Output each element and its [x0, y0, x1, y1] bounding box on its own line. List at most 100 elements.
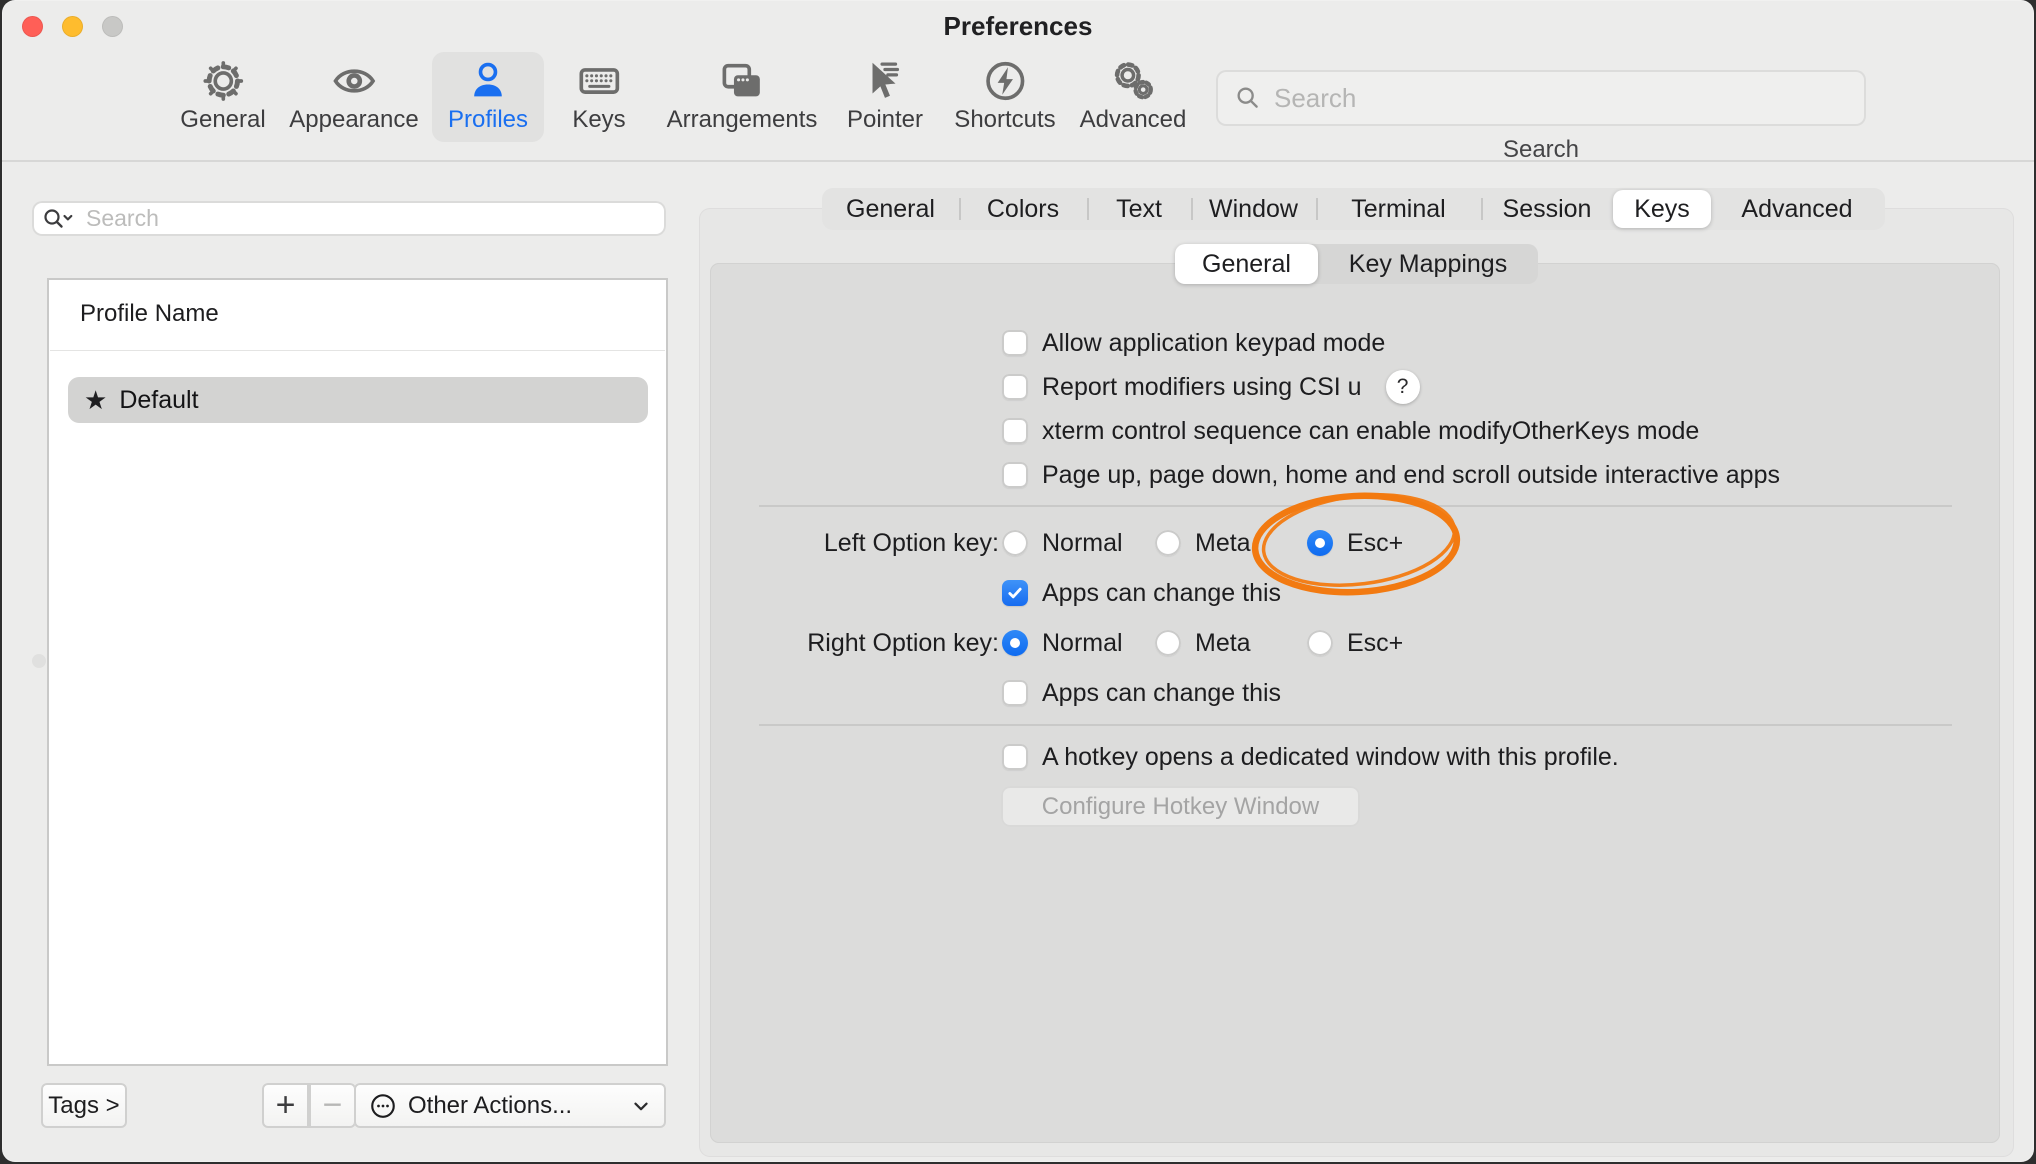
radio-right-option-normal[interactable]: Normal: [1002, 630, 1123, 656]
radio-left-option-meta[interactable]: Meta: [1155, 530, 1251, 556]
toolbar-item-appearance[interactable]: Appearance: [273, 52, 434, 142]
checkbox-unchecked[interactable]: [1002, 462, 1028, 488]
remove-profile-label: −: [323, 1086, 343, 1125]
checkbox-label: Report modifiers using CSI u: [1042, 374, 1362, 400]
checkbox-label: A hotkey opens a dedicated window with t…: [1042, 744, 1619, 770]
profile-list-header: Profile Name: [80, 300, 219, 328]
checkbox-row-csi-u[interactable]: Report modifiers using CSI u ?: [1002, 374, 1420, 400]
toolbar-divider: [2, 160, 2034, 162]
checkbox-label: xterm control sequence can enable modify…: [1042, 418, 1699, 444]
checkbox-checked[interactable]: [1002, 580, 1028, 606]
toolbar-item-shortcuts[interactable]: Shortcuts: [938, 52, 1071, 142]
tab-advanced[interactable]: Advanced: [1711, 188, 1883, 230]
profile-section-tabs: General Colors Text Window Terminal Sess…: [822, 188, 1885, 230]
chevron-down-icon: [630, 1095, 652, 1117]
toolbar-search-input[interactable]: Search: [1216, 70, 1866, 126]
checkbox-label: Apps can change this: [1042, 680, 1281, 706]
window-edge-dot: [32, 654, 46, 668]
checkbox-row-hotkey-window[interactable]: A hotkey opens a dedicated window with t…: [1002, 744, 1619, 770]
checkbox-label: Allow application keypad mode: [1042, 330, 1385, 356]
toolbar-label: Arrangements: [667, 106, 818, 134]
toolbar-label: Appearance: [289, 106, 418, 134]
add-profile-label: +: [276, 1086, 296, 1125]
radio-right-option-esc[interactable]: Esc+: [1307, 630, 1403, 656]
toolbar-label: Advanced: [1080, 106, 1187, 134]
radio-right-option-meta[interactable]: Meta: [1155, 630, 1251, 656]
windows-icon: [719, 58, 765, 104]
double-gear-icon: [1110, 58, 1156, 104]
star-icon: ★: [84, 387, 107, 413]
profile-list-header-divider: [50, 350, 665, 351]
radio-unselected[interactable]: [1307, 630, 1333, 656]
other-actions-dropdown[interactable]: Other Actions...: [354, 1083, 666, 1128]
subtab-key-mappings[interactable]: Key Mappings: [1318, 244, 1538, 284]
tab-terminal[interactable]: Terminal: [1316, 188, 1481, 230]
toolbar-item-pointer[interactable]: Pointer: [831, 52, 939, 142]
radio-label: Normal: [1042, 530, 1123, 556]
checkbox-row-keypad-mode[interactable]: Allow application keypad mode: [1002, 330, 1385, 356]
configure-hotkey-window-button: Configure Hotkey Window: [1001, 786, 1360, 827]
checkbox-unchecked[interactable]: [1002, 680, 1028, 706]
left-option-key-label: Left Option key:: [702, 530, 999, 556]
bolt-icon: [982, 58, 1028, 104]
checkbox-row-left-apps-can-change[interactable]: Apps can change this: [1002, 580, 1281, 606]
profile-name: Default: [119, 386, 198, 415]
add-profile-button[interactable]: +: [262, 1083, 309, 1128]
radio-unselected[interactable]: [1155, 530, 1181, 556]
tab-session[interactable]: Session: [1481, 188, 1613, 230]
right-option-key-label: Right Option key:: [702, 630, 999, 656]
subtab-general[interactable]: General: [1175, 244, 1318, 284]
sidebar-search-placeholder: Search: [86, 205, 159, 232]
other-actions-label: Other Actions...: [408, 1092, 620, 1120]
cursor-icon: [862, 58, 908, 104]
radio-label: Esc+: [1347, 630, 1403, 656]
sidebar-search-input[interactable]: Search: [32, 201, 666, 236]
annotation-ellipse: [1242, 481, 1472, 609]
tags-button[interactable]: Tags >: [41, 1083, 127, 1128]
checkbox-unchecked[interactable]: [1002, 330, 1028, 356]
tab-general[interactable]: General: [822, 188, 959, 230]
toolbar-label: Shortcuts: [954, 106, 1055, 134]
checkmark-icon: [1006, 584, 1024, 602]
radio-unselected[interactable]: [1002, 530, 1028, 556]
toolbar-label: Keys: [572, 106, 625, 134]
search-menu-icon: [42, 207, 76, 231]
checkbox-row-right-apps-can-change[interactable]: Apps can change this: [1002, 680, 1281, 706]
toolbar-item-advanced[interactable]: Advanced: [1064, 52, 1203, 142]
person-icon: [465, 58, 511, 104]
preferences-window: Preferences General Appearance Profiles: [2, 0, 2034, 1162]
tab-keys[interactable]: Keys: [1613, 190, 1711, 228]
toolbar-label: General: [180, 106, 265, 134]
toolbar-item-profiles[interactable]: Profiles: [432, 52, 544, 142]
toolbar-search-placeholder: Search: [1274, 83, 1356, 114]
window-title: Preferences: [2, 11, 2034, 42]
profile-add-remove-group: + −: [262, 1083, 356, 1128]
keys-subtabs: General Key Mappings: [1175, 244, 1538, 284]
ellipsis-circle-icon: [368, 1091, 398, 1121]
toolbar-item-arrangements[interactable]: Arrangements: [651, 52, 834, 142]
tags-button-label: Tags >: [48, 1092, 119, 1120]
eye-icon: [331, 58, 377, 104]
checkbox-unchecked[interactable]: [1002, 744, 1028, 770]
radio-label: Normal: [1042, 630, 1123, 656]
toolbar-label: Pointer: [847, 106, 923, 134]
tab-colors[interactable]: Colors: [959, 188, 1087, 230]
radio-left-option-normal[interactable]: Normal: [1002, 530, 1123, 556]
profile-row-default[interactable]: ★ Default: [68, 377, 648, 423]
toolbar-label: Profiles: [448, 106, 528, 134]
checkbox-unchecked[interactable]: [1002, 418, 1028, 444]
checkbox-unchecked[interactable]: [1002, 374, 1028, 400]
toolbar-item-general[interactable]: General: [164, 52, 281, 142]
tab-text[interactable]: Text: [1087, 188, 1191, 230]
toolbar-item-keys[interactable]: Keys: [556, 52, 641, 142]
gear-icon: [200, 58, 246, 104]
help-button[interactable]: ?: [1386, 370, 1420, 404]
radio-selected[interactable]: [1002, 630, 1028, 656]
configure-hotkey-window-label: Configure Hotkey Window: [1042, 793, 1319, 821]
remove-profile-button[interactable]: −: [309, 1083, 356, 1128]
keyboard-icon: [576, 58, 622, 104]
tab-window[interactable]: Window: [1191, 188, 1316, 230]
checkbox-row-modify-other-keys[interactable]: xterm control sequence can enable modify…: [1002, 418, 1699, 444]
radio-unselected[interactable]: [1155, 630, 1181, 656]
section-divider: [759, 724, 1952, 726]
